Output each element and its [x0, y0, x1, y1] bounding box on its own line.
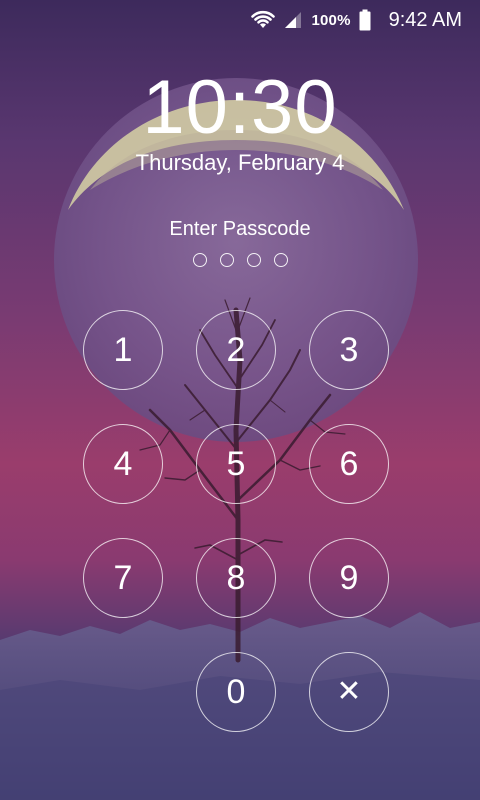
- key-6[interactable]: 6: [309, 424, 389, 504]
- passcode-prompt: Enter Passcode: [169, 218, 311, 240]
- key-label: 8: [226, 559, 246, 597]
- passcode-dot: [192, 253, 207, 267]
- key-1[interactable]: 1: [83, 310, 163, 390]
- key-8[interactable]: 8: [196, 538, 276, 618]
- signal-icon: [283, 10, 303, 30]
- battery-icon: [359, 9, 371, 31]
- key-label: 1: [113, 331, 133, 369]
- key-5[interactable]: 5: [196, 424, 276, 504]
- passcode-indicator: [0, 253, 480, 267]
- close-icon: ✕: [336, 675, 362, 708]
- key-label: 6: [339, 445, 359, 483]
- status-bar: 100% 9:42 AM: [0, 0, 480, 40]
- wifi-icon: [251, 10, 276, 30]
- key-4[interactable]: 4: [83, 424, 163, 504]
- passcode-dot: [246, 253, 261, 267]
- key-0[interactable]: 0: [196, 652, 276, 732]
- key-label: 5: [226, 445, 246, 483]
- key-label: 4: [113, 445, 133, 483]
- key-3[interactable]: 3: [309, 310, 389, 390]
- key-7[interactable]: 7: [83, 538, 163, 618]
- key-label: 0: [226, 673, 246, 711]
- passcode-dot: [273, 253, 288, 267]
- key-label: 2: [226, 331, 246, 369]
- key-label: 3: [339, 331, 359, 369]
- key-2[interactable]: 2: [196, 310, 276, 390]
- lockscreen-date: Thursday, February 4: [135, 150, 345, 175]
- key-label: 9: [339, 559, 359, 597]
- battery-percent: 100%: [311, 11, 351, 29]
- key-9[interactable]: 9: [309, 538, 389, 618]
- passcode-dot: [219, 253, 234, 267]
- status-time: 9:42 AM: [388, 8, 462, 31]
- key-label: 7: [113, 559, 133, 597]
- status-indicators: 100% 9:42 AM: [251, 8, 462, 32]
- delete-button[interactable]: ✕: [309, 652, 389, 732]
- lockscreen-clock: 10:30: [142, 65, 338, 150]
